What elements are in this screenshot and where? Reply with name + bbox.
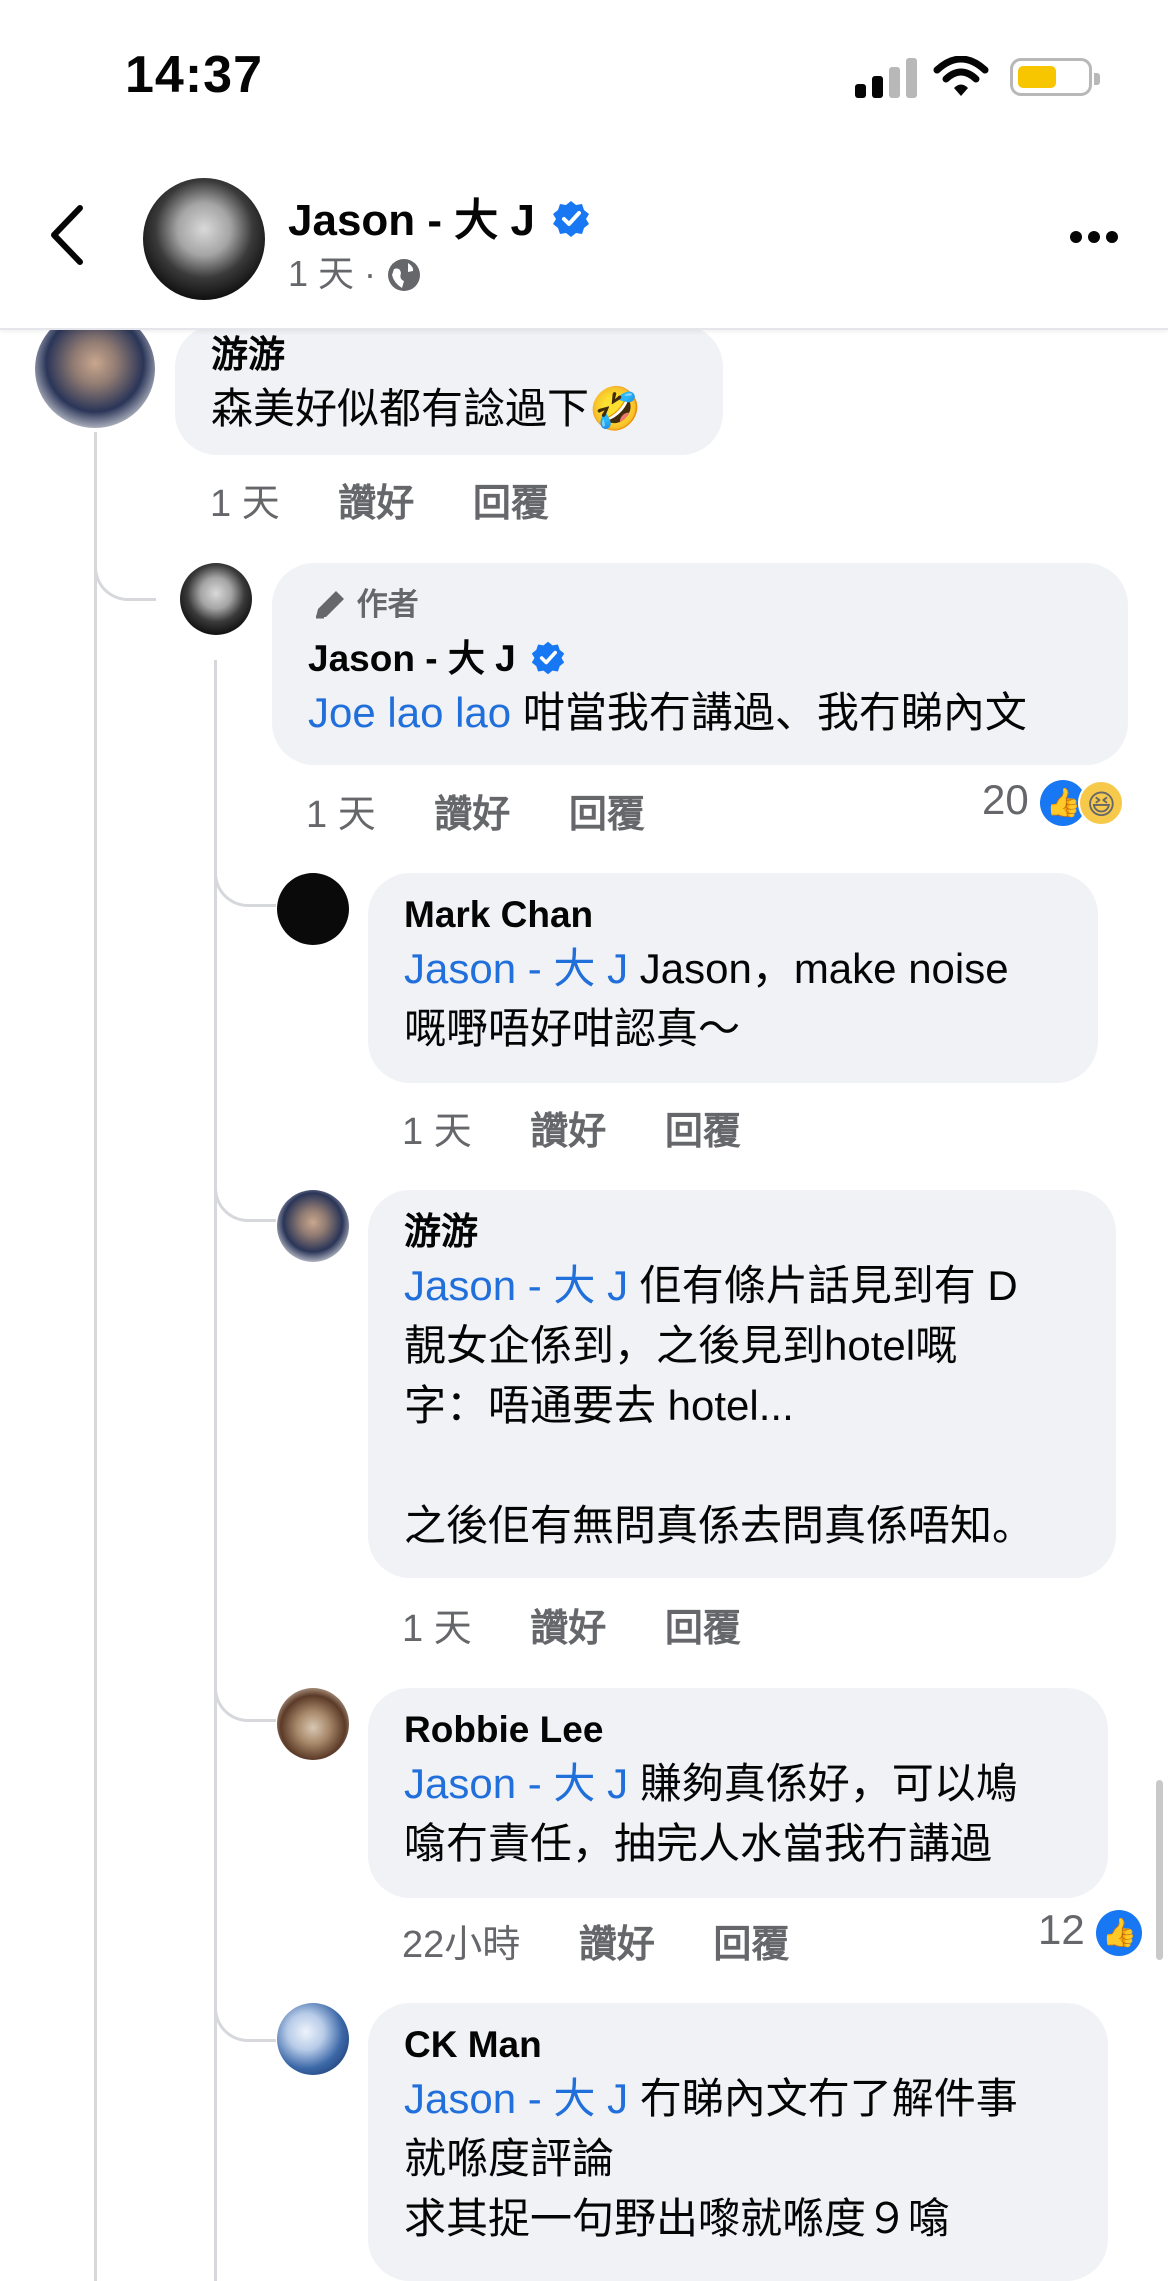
comment-author[interactable]: 游游 (404, 1208, 1080, 1256)
reply-button[interactable]: 回覆 (665, 1608, 741, 1650)
comment-actions: 22小時 讚好 回覆 (402, 1913, 789, 1968)
reply-button[interactable]: 回覆 (713, 1924, 789, 1966)
avatar[interactable] (277, 2003, 349, 2075)
haha-reaction-icon: 😆 (1078, 779, 1125, 826)
comment-bubble: 游游 Jason - 大 J 佢有條片話見到有 D 靚女企係到，之後見到hotel… (368, 1190, 1116, 1578)
more-dots-icon[interactable] (1070, 230, 1124, 248)
comment-text: 森美好似都有諗過下🤣 (211, 385, 642, 432)
reply-button[interactable]: 回覆 (665, 1111, 741, 1153)
mention-link[interactable]: Joe lao lao (308, 689, 511, 736)
scrollbar[interactable] (1156, 1780, 1163, 1960)
comment-bubble: 游游 森美好似都有諗過下🤣 (175, 325, 723, 455)
status-time: 14:37 (125, 46, 263, 104)
like-button[interactable]: 讚好 (434, 794, 510, 836)
comment-text: Jason - 大 J 冇睇內文冇了解件事 就喺度評論 求其捉一句野出嚟就喺度９噏 (404, 2075, 1018, 2242)
comment-text: Jason - 大 J 賺夠真係好，可以鳩 噏冇責任，抽完人水當我冇講過 (404, 1760, 1018, 1867)
globe-icon (388, 259, 421, 291)
thread-branch (214, 845, 276, 907)
reaction-count: 12 (1038, 1906, 1085, 1953)
comment-author[interactable]: 游游 (211, 331, 687, 379)
avatar[interactable] (277, 1190, 349, 1262)
verified-badge-icon (553, 201, 590, 237)
comment-time: 1 天 (210, 483, 280, 525)
thread-line-nested (214, 660, 217, 2281)
mention-link[interactable]: Jason - 大 J (404, 1262, 628, 1309)
comment-actions: 1 天 讚好 回覆 (402, 1100, 741, 1155)
reaction-count: 20 (982, 776, 1029, 823)
thread-branch (94, 545, 156, 601)
like-button[interactable]: 讚好 (530, 1111, 606, 1153)
comment-text: Joe lao lao 咁當我冇講過、我冇睇內文 (308, 689, 1027, 736)
rofl-emoji-icon: 🤣 (589, 385, 642, 432)
comment-author[interactable]: Robbie Lee (404, 1706, 1072, 1754)
signal-icon (855, 58, 917, 98)
verified-badge-icon (531, 641, 565, 675)
comment-time: 22小時 (402, 1924, 521, 1966)
reply-button[interactable]: 回覆 (473, 483, 549, 525)
comment-time: 1 天 (402, 1608, 472, 1650)
mention-link[interactable]: Jason - 大 J (404, 945, 628, 992)
like-button[interactable]: 讚好 (579, 1924, 655, 1966)
author-avatar[interactable] (143, 178, 265, 300)
battery-icon (1010, 58, 1100, 96)
mention-link[interactable]: Jason - 大 J (404, 1760, 628, 1807)
chevron-left-icon[interactable] (40, 200, 100, 270)
comment-actions: 1 天 讚好 回覆 (210, 472, 549, 527)
comment-text: Jason - 大 J Jason，make noise 嘅嘢唔好咁認真～ (404, 945, 1009, 1052)
thread-branch (214, 1980, 276, 2042)
like-reaction-icon: 👍 (1096, 1909, 1143, 1956)
thread-line (94, 432, 97, 2281)
thread-branch (214, 1160, 276, 1222)
comment-author[interactable]: Jason - 大 J (308, 635, 1092, 683)
avatar[interactable] (277, 1688, 349, 1760)
comment-author[interactable]: Mark Chan (404, 891, 1062, 939)
like-button[interactable]: 讚好 (338, 483, 414, 525)
mention-link[interactable]: Jason - 大 J (404, 2075, 628, 2122)
reaction-summary[interactable]: 12 👍 (1038, 1906, 1143, 1956)
comment-bubble: CK Man Jason - 大 J 冇睇內文冇了解件事 就喺度評論 求其捉一句野出… (368, 2003, 1108, 2281)
post-meta: 1 天 · (288, 245, 422, 297)
comment-text: Jason - 大 J 佢有條片話見到有 D 靚女企係到，之後見到hotel嘅 字：… (404, 1262, 1035, 1549)
comment-bubble: Robbie Lee Jason - 大 J 賺夠真係好，可以鳩 噏冇責任，抽完人… (368, 1688, 1108, 1898)
comment-actions: 1 天 讚好 回覆 (306, 783, 645, 838)
author-name[interactable]: Jason - 大 J (288, 184, 591, 248)
comment-author[interactable]: CK Man (404, 2021, 1072, 2069)
comment-actions: 1 天 讚好 回覆 (402, 1597, 741, 1652)
like-button[interactable]: 讚好 (530, 1608, 606, 1650)
comment-time: 1 天 (402, 1111, 472, 1153)
author-badge: 作者 (308, 585, 1092, 625)
avatar[interactable] (277, 873, 349, 945)
comment-bubble: Mark Chan Jason - 大 J Jason，make noise 嘅嘢… (368, 873, 1098, 1083)
reaction-summary[interactable]: 20 👍 😆 (982, 776, 1125, 826)
comment-time: 1 天 (306, 794, 376, 836)
avatar[interactable] (180, 563, 252, 635)
wifi-icon (933, 56, 989, 96)
pencil-icon (316, 591, 344, 619)
comment-bubble: 作者 Jason - 大 J Joe lao lao 咁當我冇講過、我冇睇內文 (272, 563, 1128, 765)
thread-branch (214, 1660, 276, 1722)
reply-button[interactable]: 回覆 (569, 794, 645, 836)
